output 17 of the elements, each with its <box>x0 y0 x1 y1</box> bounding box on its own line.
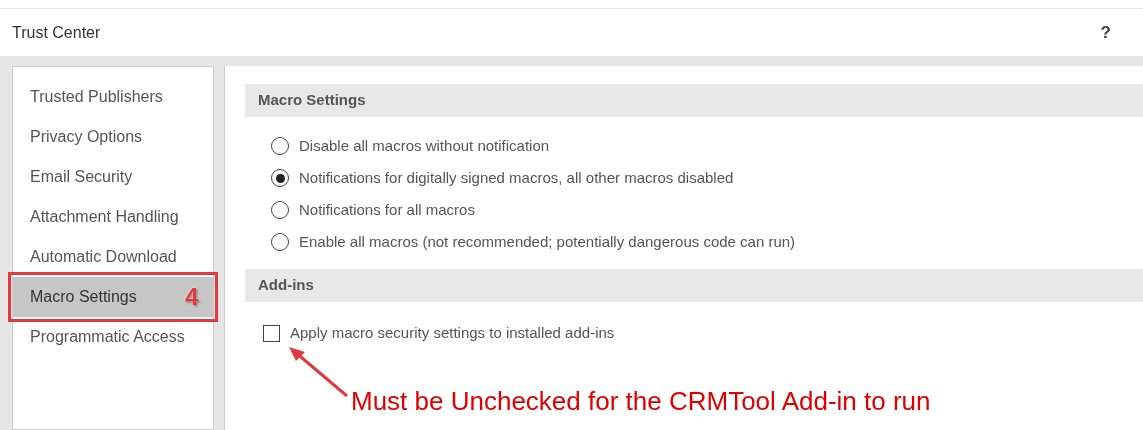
sidebar-item[interactable]: Programmatic Access <box>13 317 213 357</box>
section-header: Macro Settings <box>245 84 1143 117</box>
option-label[interactable]: Apply macro security settings to installed add-ins <box>290 321 615 345</box>
window-title: Trust Center <box>12 22 101 43</box>
sidebar-item[interactable]: Trusted Publishers <box>13 77 213 117</box>
step-number: 4 <box>185 282 199 312</box>
help-button[interactable]: ? <box>1100 19 1111 46</box>
option-label[interactable]: Disable all macros without notification <box>299 134 550 158</box>
option-label[interactable]: Notifications for all macros <box>299 198 475 222</box>
sidebar-item[interactable]: Privacy Options <box>13 117 213 157</box>
sidebar-item[interactable]: Attachment Handling <box>13 197 213 237</box>
sidebar-item[interactable]: Email Security <box>13 157 213 197</box>
section-header: Add-ins <box>245 269 1143 302</box>
sidebar-item[interactable]: Automatic Download <box>13 237 213 277</box>
option-label[interactable]: Enable all macros (not recommended; potentially dangerous code can run) <box>299 230 796 254</box>
annotation-text: Must be Unchecked for the CRMTool Add-in to run <box>351 385 931 418</box>
option-label[interactable]: Notifications for digitally signed macros, all other macros disabled <box>299 166 734 190</box>
